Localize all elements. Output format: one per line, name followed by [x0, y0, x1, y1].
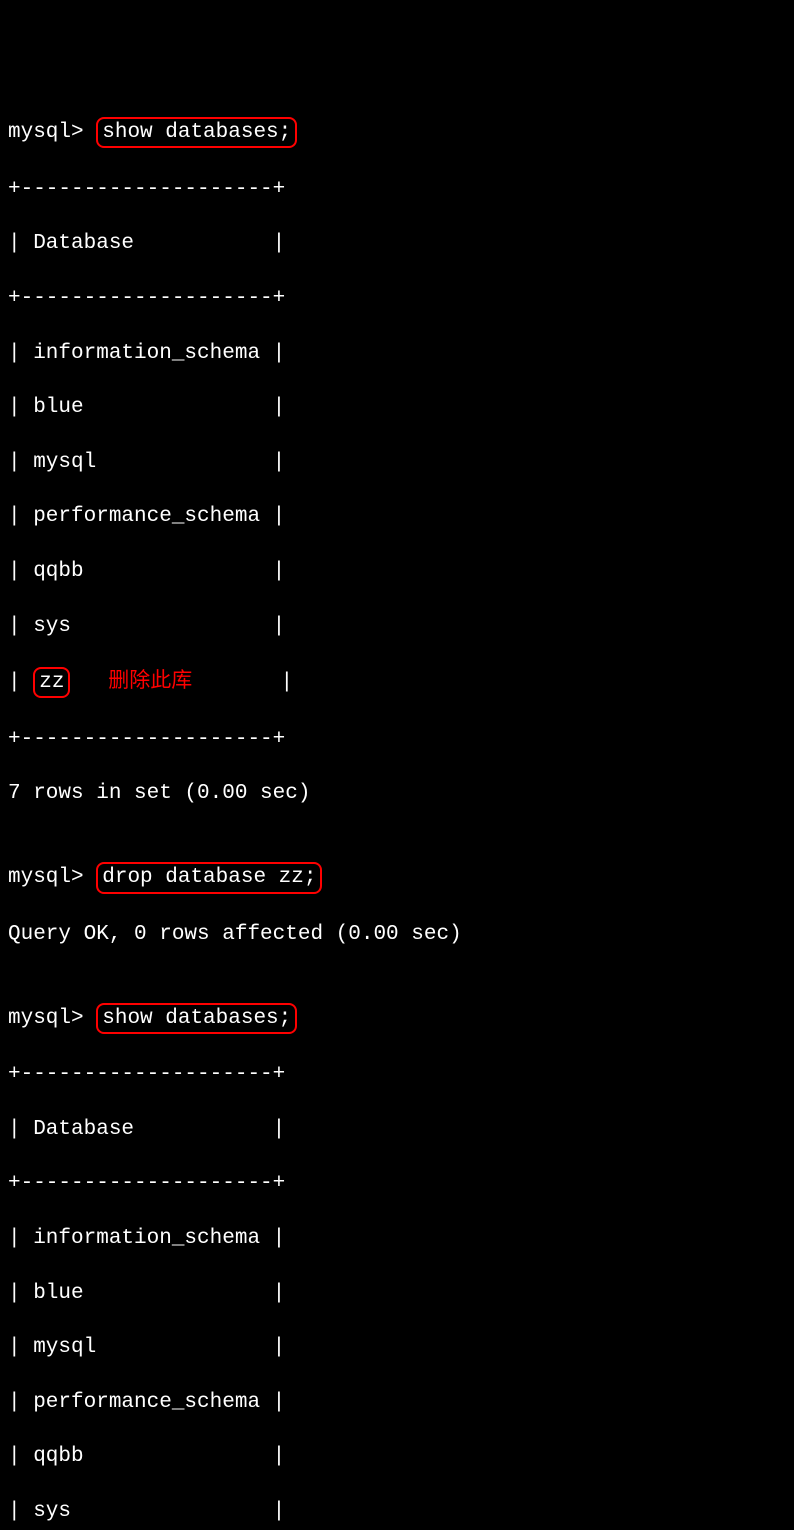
annotation-delete: 删除此库: [70, 671, 192, 694]
table-row: | blue |: [8, 1280, 786, 1307]
table-row: | mysql |: [8, 1334, 786, 1361]
command-highlight-3: show databases;: [96, 1003, 297, 1034]
command-text-3: show databases;: [102, 1007, 291, 1030]
prompt: mysql>: [8, 866, 84, 889]
command-highlight-2: drop database zz;: [96, 862, 322, 893]
result-line: 7 rows in set (0.00 sec): [8, 780, 786, 807]
row-suffix: |: [192, 671, 293, 694]
prompt: mysql>: [8, 121, 84, 144]
table-row-zz: | zz 删除此库 |: [8, 667, 786, 698]
table-row: | blue |: [8, 394, 786, 421]
row-prefix: |: [8, 671, 33, 694]
table-row: | information_schema |: [8, 340, 786, 367]
table-row: | qqbb |: [8, 1443, 786, 1470]
table-row: | sys |: [8, 613, 786, 640]
table-row: | information_schema |: [8, 1225, 786, 1252]
command-line-1: mysql> show databases;: [8, 117, 786, 148]
table-row: | qqbb |: [8, 558, 786, 585]
table-border: +--------------------+: [8, 726, 786, 753]
table-header: | Database |: [8, 1116, 786, 1143]
table-border: +--------------------+: [8, 1170, 786, 1197]
command-highlight-1: show databases;: [96, 117, 297, 148]
command-line-2: mysql> drop database zz;: [8, 862, 786, 893]
table-row: | mysql |: [8, 449, 786, 476]
result-line: Query OK, 0 rows affected (0.00 sec): [8, 921, 786, 948]
command-line-3: mysql> show databases;: [8, 1003, 786, 1034]
command-text-1: show databases;: [102, 121, 291, 144]
command-text-2: drop database zz;: [102, 866, 316, 889]
db-highlight-zz: zz: [33, 667, 70, 698]
table-row: | sys |: [8, 1498, 786, 1525]
table-row: | performance_schema |: [8, 503, 786, 530]
db-name-zz: zz: [39, 671, 64, 694]
prompt: mysql>: [8, 1007, 84, 1030]
table-row: | performance_schema |: [8, 1389, 786, 1416]
table-header: | Database |: [8, 230, 786, 257]
table-border: +--------------------+: [8, 285, 786, 312]
table-border: +--------------------+: [8, 176, 786, 203]
table-border: +--------------------+: [8, 1061, 786, 1088]
